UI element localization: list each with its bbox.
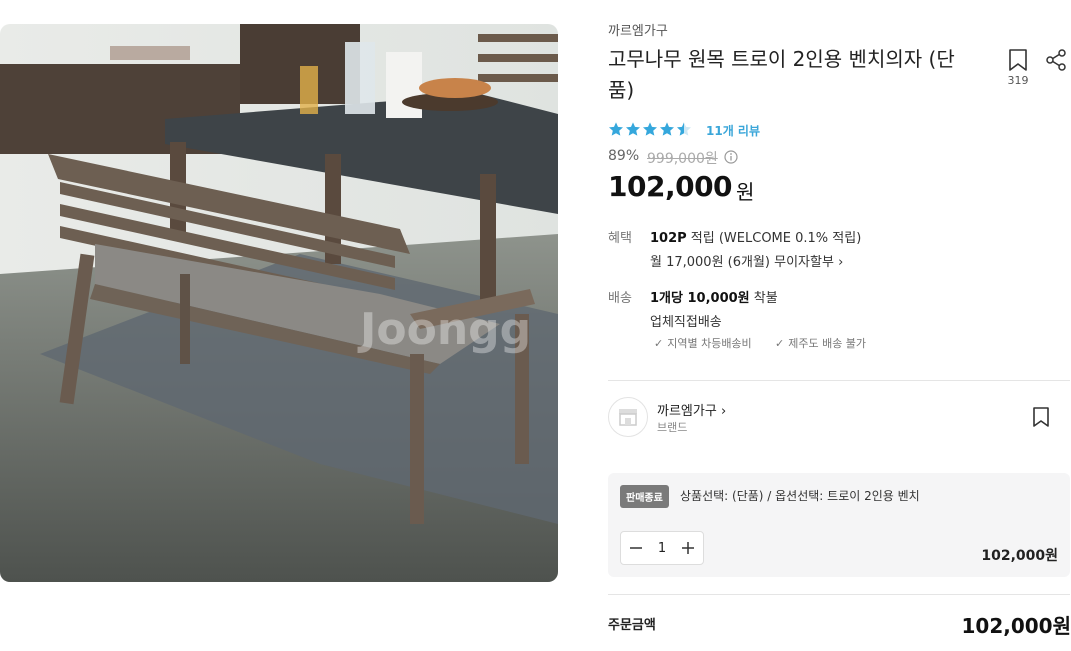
- shipping-fee-amount: 1개당 10,000원: [650, 291, 750, 306]
- order-total: 102,000원: [961, 614, 1071, 638]
- option-text: 상품선택: (단품) / 옵션선택: 트로이 2인용 벤치: [680, 489, 920, 503]
- bookmark-icon[interactable]: [1008, 48, 1028, 72]
- store-icon: [619, 409, 637, 426]
- divider: [608, 380, 1070, 381]
- increase-quantity-button[interactable]: [679, 539, 697, 557]
- image-watermark: Joongg: [357, 304, 531, 355]
- shipping-note-2: ✓ 제주도 배송 불가: [775, 335, 866, 351]
- brand-name[interactable]: 까르엠가구: [608, 20, 668, 39]
- product-photo: Joongg: [0, 24, 558, 582]
- installment-text: 월 17,000원 (6개월) 무이자할부: [650, 255, 834, 270]
- review-link[interactable]: 11개 리뷰: [706, 122, 760, 139]
- selected-option-box: 판매종료 상품선택: (단품) / 옵션선택: 트로이 2인용 벤치 1 102…: [608, 473, 1070, 577]
- rating-stars: [608, 121, 692, 137]
- points-amount: 102P: [650, 231, 687, 246]
- option-price: 102,000원: [981, 548, 1058, 564]
- chevron-right-icon: ›: [838, 255, 844, 270]
- benefit-points: 102P 적립 (WELCOME 0.1% 적립): [650, 227, 861, 246]
- product-info-panel: 까르엠가구 고무나무 원목 트로이 2인용 벤치의자 (단품) 319 11개 …: [608, 0, 1071, 651]
- check-icon: ✓: [775, 336, 785, 350]
- check-icon: ✓: [654, 336, 664, 350]
- shipping-note-1: ✓ 지역별 차등배송비: [654, 335, 752, 351]
- shipping-label: 배송: [608, 291, 632, 306]
- quantity-value[interactable]: 1: [658, 541, 666, 556]
- quantity-stepper: 1: [620, 531, 704, 565]
- star-half-icon: [677, 122, 691, 136]
- discount-rate: 89%: [608, 148, 640, 164]
- store-name-link[interactable]: 까르엠가구 ›: [657, 400, 726, 419]
- decrease-quantity-button[interactable]: [627, 539, 645, 557]
- store-avatar[interactable]: [608, 397, 648, 437]
- share-icon[interactable]: [1044, 48, 1068, 72]
- shipping-note-text: 지역별 차등배송비: [667, 337, 752, 350]
- sale-price: 102,000: [608, 170, 733, 203]
- minus-icon: [630, 547, 642, 549]
- shipping-fee-type: 착불: [749, 291, 778, 306]
- store-bookmark-icon[interactable]: [1032, 406, 1050, 428]
- sold-out-badge: 판매종료: [620, 485, 669, 508]
- divider: [608, 594, 1070, 595]
- info-icon[interactable]: [724, 149, 738, 164]
- benefit-label: 혜택: [608, 231, 632, 246]
- shipping-note-text: 제주도 배송 불가: [788, 337, 867, 350]
- product-title: 고무나무 원목 트로이 2인용 벤치의자 (단품): [608, 47, 955, 102]
- points-description: 적립 (WELCOME 0.1% 적립): [686, 231, 862, 246]
- star-icon: [609, 122, 623, 136]
- bookmark-count: 319: [1007, 74, 1029, 87]
- store-name: 까르엠가구: [657, 404, 717, 419]
- shipping-fee: 1개당 10,000원 착불: [650, 287, 778, 306]
- shipping-method: 업체직접배송: [650, 315, 722, 330]
- product-image[interactable]: Joongg: [0, 24, 558, 582]
- star-icon: [660, 122, 674, 136]
- chevron-right-icon: ›: [720, 404, 727, 419]
- plus-icon: [682, 542, 694, 554]
- price-unit: 원: [736, 180, 755, 204]
- star-icon: [643, 122, 657, 136]
- store-type: 브랜드: [657, 421, 688, 434]
- star-icon: [626, 122, 640, 136]
- original-price: 999,000원: [647, 151, 718, 167]
- installment-link[interactable]: 월 17,000원 (6개월) 무이자할부 ›: [650, 251, 843, 270]
- order-amount-label: 주문금액: [608, 618, 656, 633]
